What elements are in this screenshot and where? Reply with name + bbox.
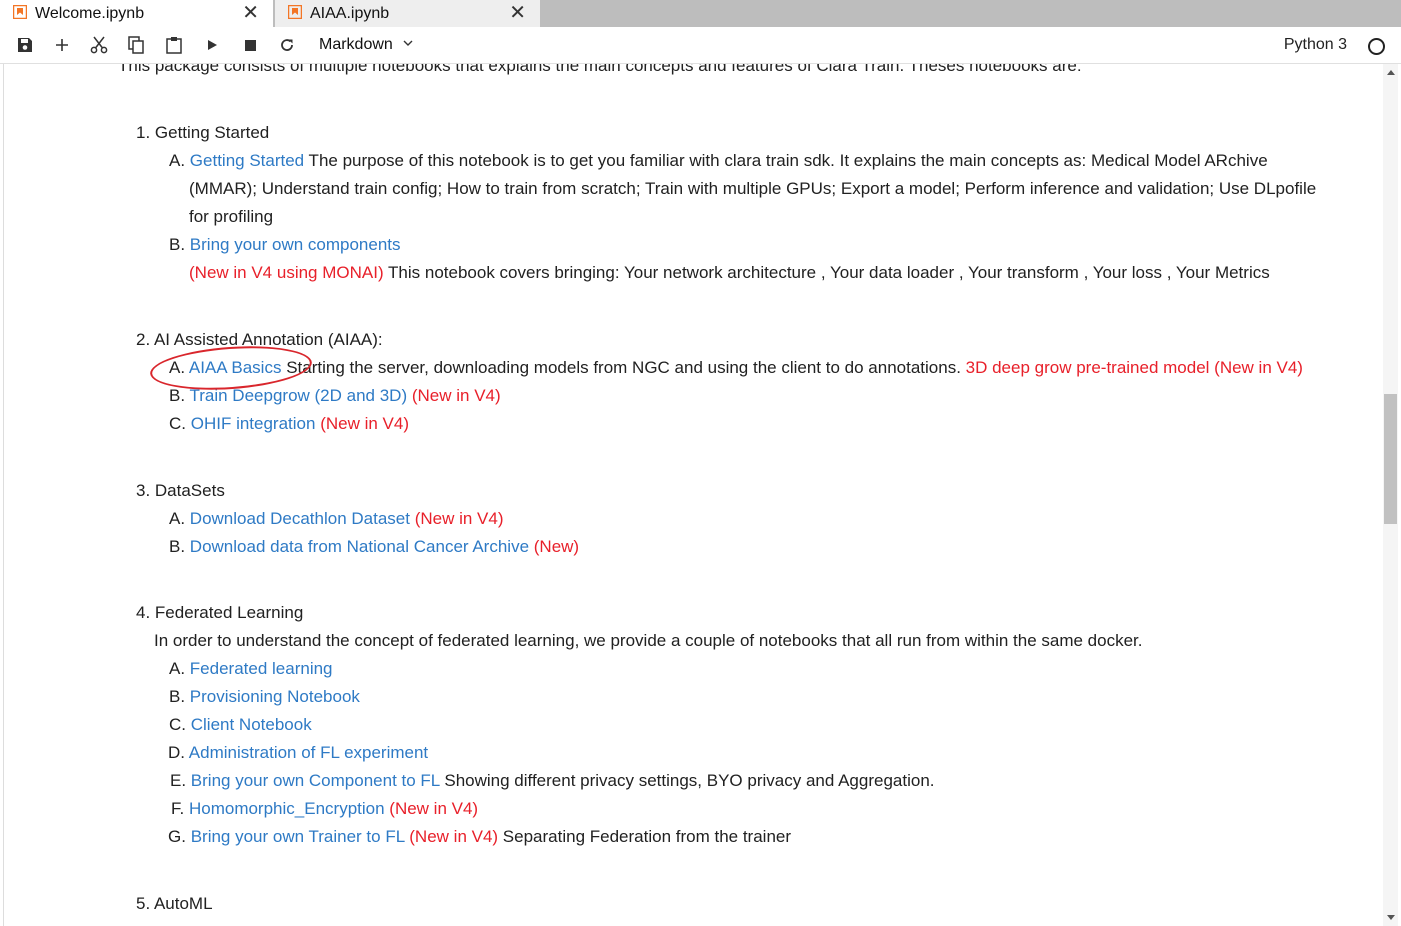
list-item: A. Download Decathlon Dataset (New in V4… <box>169 509 504 528</box>
list-item-continuation: for profiling <box>189 207 274 226</box>
intro-text: This package consists of multiple notebo… <box>118 64 1082 75</box>
tab-aiaa[interactable]: AIAA.ipynb ✕ <box>275 0 540 27</box>
client-notebook-link[interactable]: Client Notebook <box>191 715 312 734</box>
list-item: C. OHIF integration (New in V4) <box>169 414 409 433</box>
admin-fl-experiment-link[interactable]: Administration of FL experiment <box>189 743 428 762</box>
save-button[interactable] <box>14 34 36 56</box>
federated-learning-link[interactable]: Federated learning <box>190 659 333 678</box>
list-item: A. Federated learning <box>169 659 333 678</box>
copy-icon <box>128 36 144 54</box>
close-icon[interactable]: ✕ <box>242 0 259 27</box>
restart-button[interactable] <box>276 34 298 56</box>
cell-type-value: Markdown <box>319 36 393 53</box>
list-item: A. Getting Started The purpose of this n… <box>169 151 1268 170</box>
list-item-continuation: (New in V4 using MONAI) This notebook co… <box>189 263 1270 282</box>
scroll-down-icon[interactable] <box>1387 915 1395 920</box>
list-item: D. Administration of FL experiment <box>168 743 429 762</box>
list-item: G. Bring your own Trainer to FL (New in … <box>168 827 792 846</box>
run-icon <box>208 40 217 50</box>
list-item-continuation: (MMAR); Understand train config; How to … <box>189 179 1317 198</box>
notebook-icon <box>288 5 302 19</box>
section-4-title: 4. Federated Learning <box>136 603 304 622</box>
list-item: F. Homomorphic_Encryption (New in V4) <box>171 799 479 818</box>
byo-trainer-fl-link[interactable]: Bring your own Trainer to FL <box>191 827 405 846</box>
getting-started-link[interactable]: Getting Started <box>190 151 304 170</box>
byo-component-fl-link[interactable]: Bring your own Component to FL <box>191 771 440 790</box>
run-button[interactable] <box>201 34 223 56</box>
tab-bar: Welcome.ipynb ✕ AIAA.ipynb ✕ <box>0 0 1401 27</box>
section-5-title: 5. AutoML <box>136 894 213 913</box>
cut-icon <box>90 36 108 54</box>
provisioning-notebook-link[interactable]: Provisioning Notebook <box>190 687 360 706</box>
notebook-icon <box>13 5 27 19</box>
markdown-cell-output: This package consists of multiple notebo… <box>3 64 1381 926</box>
tab-label: Welcome.ipynb <box>35 5 145 22</box>
list-item: B. Provisioning Notebook <box>169 687 360 706</box>
copy-button[interactable] <box>125 34 147 56</box>
section-4-description: In order to understand the concept of fe… <box>154 631 1143 650</box>
stop-icon <box>244 39 256 51</box>
kernel-name[interactable]: Python 3 <box>1284 36 1347 54</box>
ohif-integration-link[interactable]: OHIF integration <box>191 414 316 433</box>
tab-label: AIAA.ipynb <box>310 5 390 22</box>
add-icon <box>56 39 68 51</box>
list-item: C. Client Notebook <box>169 715 312 734</box>
notebook-toolbar: Markdown Python 3 <box>0 27 1401 64</box>
cell-type-dropdown[interactable]: Markdown <box>319 36 413 54</box>
insert-cell-button[interactable] <box>51 34 73 56</box>
bring-your-own-components-link[interactable]: Bring your own components <box>190 235 401 254</box>
list-item: E. Bring your own Component to FL Showin… <box>170 771 935 790</box>
list-item: A. AIAA Basics Starting the server, down… <box>169 358 1303 377</box>
download-tcia-link[interactable]: Download data from National Cancer Archi… <box>190 537 529 556</box>
paste-icon <box>166 37 182 54</box>
tab-welcome[interactable]: Welcome.ipynb ✕ <box>0 0 274 27</box>
close-icon[interactable]: ✕ <box>509 0 526 27</box>
stop-button[interactable] <box>239 34 261 56</box>
cut-button[interactable] <box>88 34 110 56</box>
scrollbar-thumb[interactable] <box>1384 394 1397 524</box>
save-icon <box>18 38 32 52</box>
download-decathlon-link[interactable]: Download Decathlon Dataset <box>190 509 410 528</box>
vertical-scrollbar[interactable] <box>1383 64 1398 926</box>
list-item: B. Bring your own components <box>169 235 401 254</box>
kernel-status-icon <box>1368 38 1385 55</box>
section-3-title: 3. DataSets <box>136 481 225 500</box>
scroll-up-icon[interactable] <box>1387 70 1395 75</box>
homomorphic-encryption-link[interactable]: Homomorphic_Encryption <box>189 799 385 818</box>
chevron-down-icon <box>403 40 413 46</box>
section-1-title: 1. Getting Started <box>136 123 270 142</box>
paste-button[interactable] <box>163 34 185 56</box>
restart-icon <box>281 39 293 51</box>
list-item: B. Download data from National Cancer Ar… <box>169 537 580 556</box>
